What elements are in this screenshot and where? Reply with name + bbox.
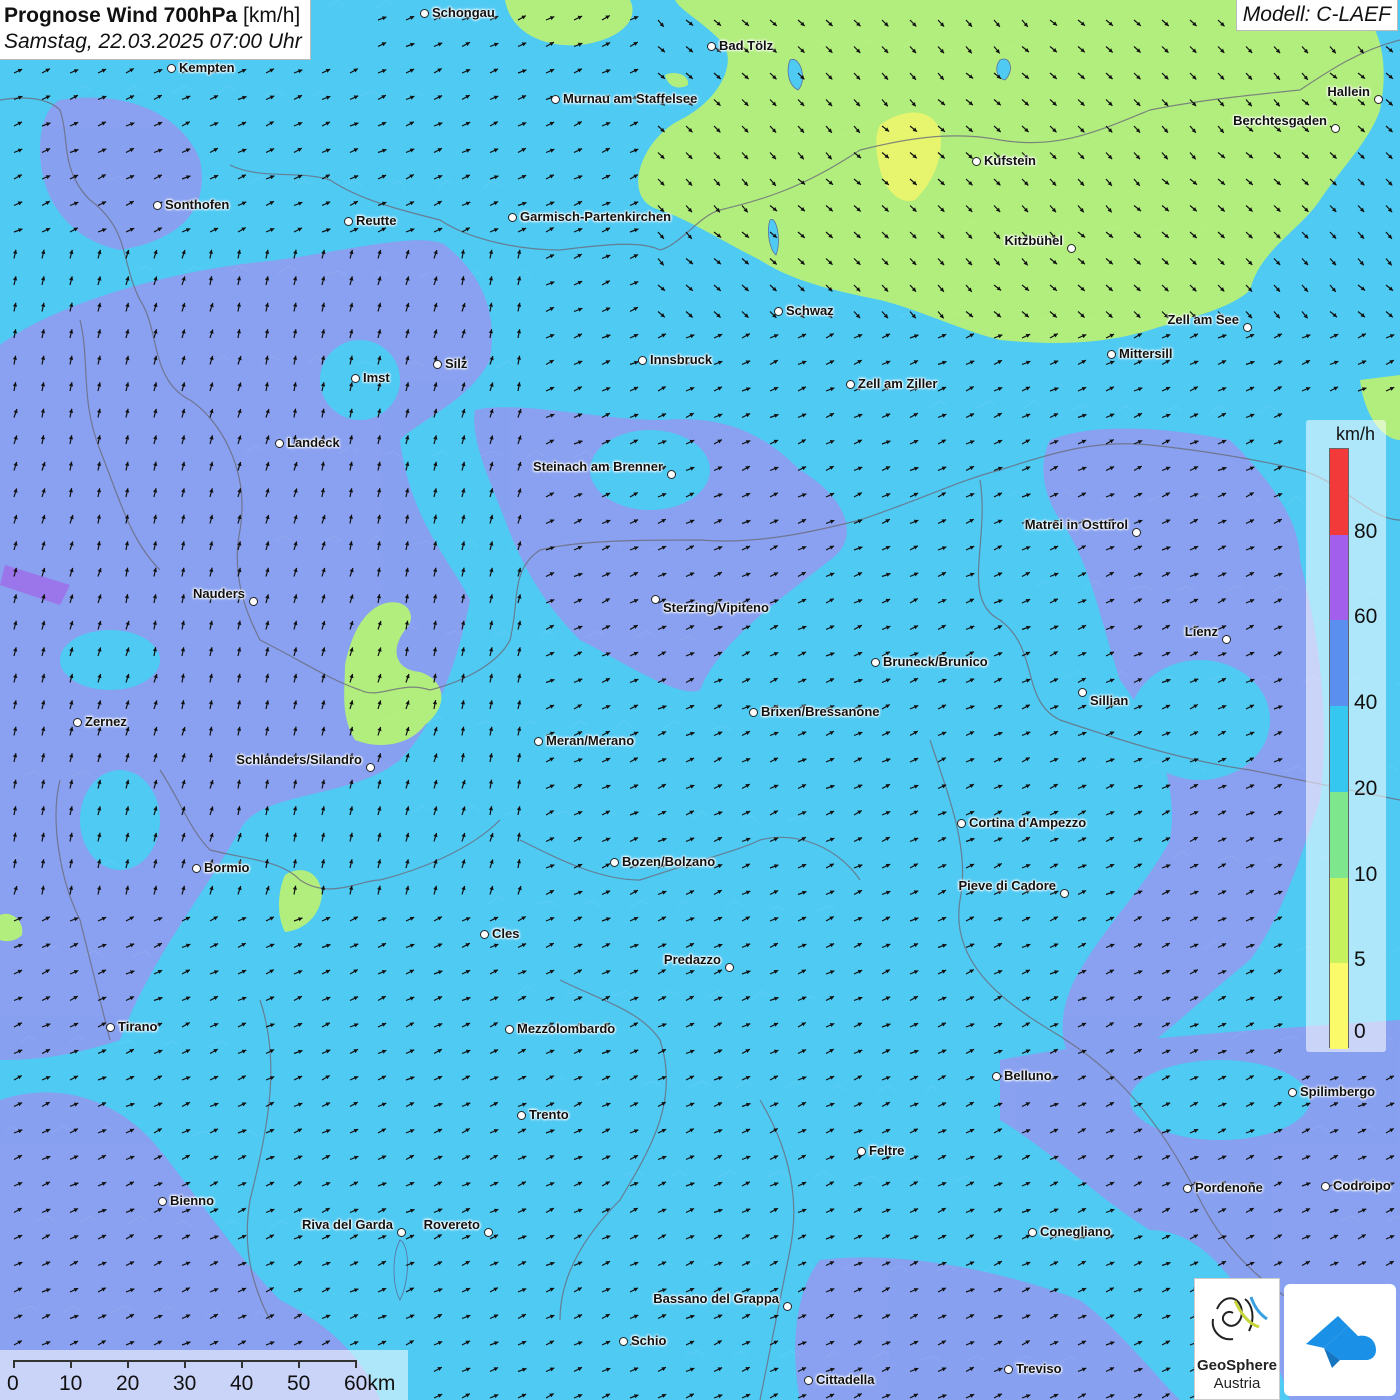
wind-map[interactable]: Prognose Wind 700hPa [km/h] Samstag, 22.…: [0, 0, 1400, 1400]
